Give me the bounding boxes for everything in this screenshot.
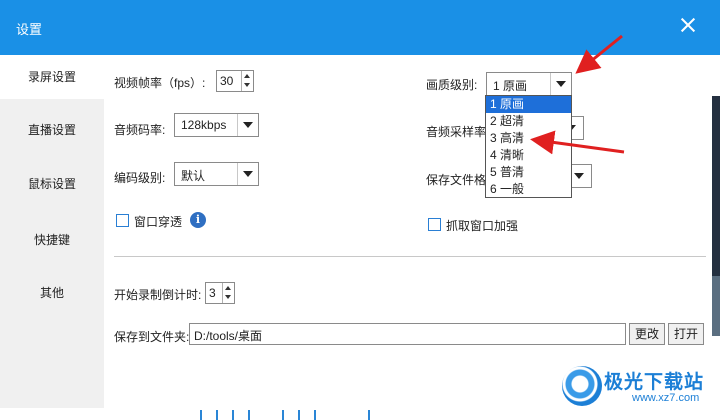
- watermark-brand: 极光下载站: [604, 372, 705, 393]
- site-watermark: 极光下载站 www.xz7.com: [562, 364, 712, 410]
- annotation-arrows: [530, 34, 625, 155]
- arrow-to-hd-option: [530, 130, 625, 155]
- arrow-to-quality-select: [575, 34, 623, 74]
- watermark-url: www.xz7.com: [632, 392, 700, 404]
- brand-logo-icon: [562, 366, 602, 406]
